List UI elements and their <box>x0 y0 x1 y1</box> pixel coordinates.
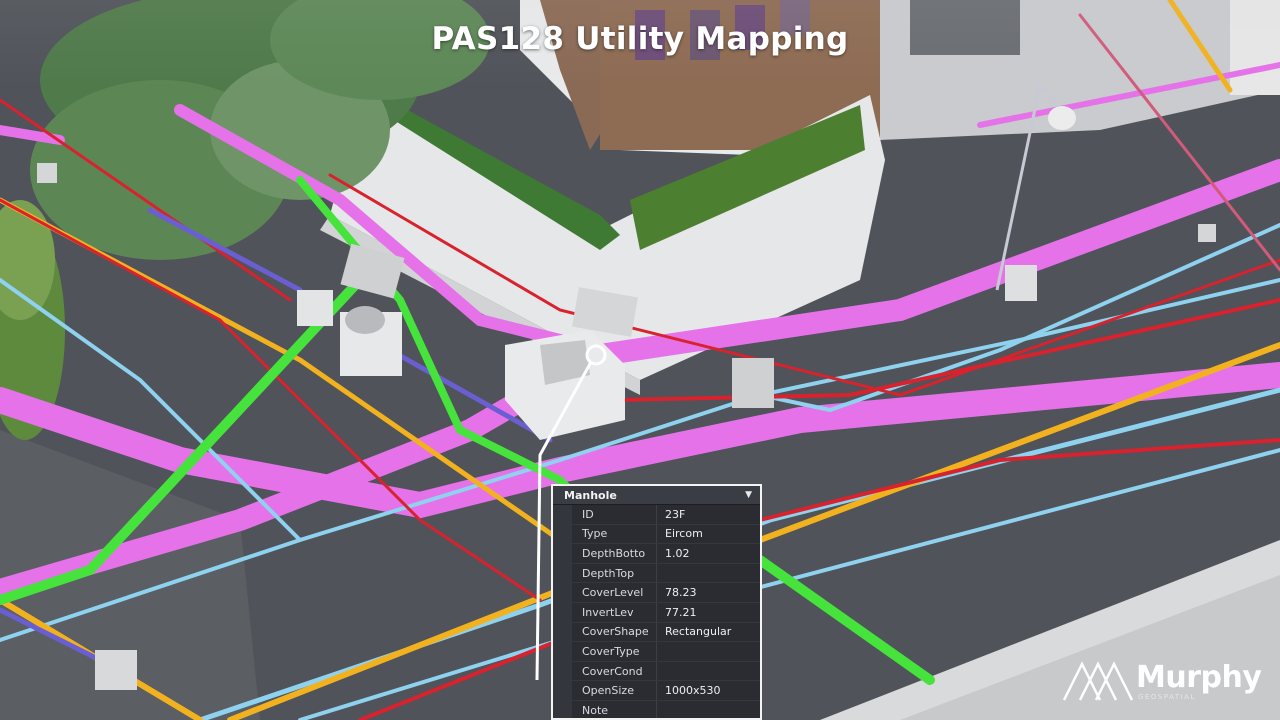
logo-wordmark: Murphy <box>1136 660 1262 695</box>
property-value <box>657 701 760 718</box>
chevron-down-icon[interactable]: ▼ <box>745 490 752 500</box>
property-row: CoverShape Rectangular <box>553 622 760 643</box>
property-row: CoverLevel 78.23 <box>553 583 760 603</box>
property-row: CoverCond <box>553 661 760 682</box>
property-key: InvertLev <box>572 602 657 622</box>
logo-subtitle: GEOSPATIAL <box>1138 693 1196 701</box>
murphy-logo: Murphy GEOSPATIAL <box>1062 658 1262 704</box>
property-row: DepthBotto 1.02 <box>553 544 760 564</box>
property-value: Eircom <box>665 527 703 541</box>
property-key: CoverShape <box>572 622 657 642</box>
property-row: Type Eircom <box>553 524 760 545</box>
title-banner: PAS128 Utility Mapping <box>0 0 1280 88</box>
property-row: Note <box>553 700 760 718</box>
property-value: 23F <box>665 507 686 521</box>
page-title: PAS128 Utility Mapping <box>431 21 849 57</box>
property-row: DepthTop <box>553 563 760 584</box>
property-value <box>657 662 760 681</box>
panel-header[interactable]: Manhole ▼ <box>553 486 760 505</box>
property-row: InvertLev 77.21 <box>553 602 760 623</box>
property-key: Type <box>572 524 657 544</box>
property-row: ID 23F <box>553 505 760 525</box>
property-key: Note <box>572 700 657 718</box>
property-key: DepthBotto <box>572 544 657 563</box>
property-value: 78.23 <box>665 586 697 600</box>
property-key: CoverCond <box>572 661 657 681</box>
property-row: OpenSize 1000x530 <box>553 681 760 701</box>
property-value <box>657 642 760 661</box>
feature-properties-panel: Manhole ▼ ID 23F Type Eircom DepthBotto 1.0… <box>551 484 762 720</box>
property-key: CoverLevel <box>572 583 657 602</box>
property-value: Rectangular <box>665 625 732 639</box>
panel-title: Manhole <box>564 488 617 502</box>
property-value: 77.21 <box>665 605 697 619</box>
property-value: 1000x530 <box>665 684 721 698</box>
property-value <box>657 564 760 583</box>
property-key: ID <box>572 505 657 524</box>
property-key: CoverType <box>572 642 657 661</box>
property-key: DepthTop <box>572 563 657 583</box>
property-value: 1.02 <box>665 546 690 560</box>
property-row: CoverType <box>553 642 760 662</box>
property-key: OpenSize <box>572 681 657 700</box>
